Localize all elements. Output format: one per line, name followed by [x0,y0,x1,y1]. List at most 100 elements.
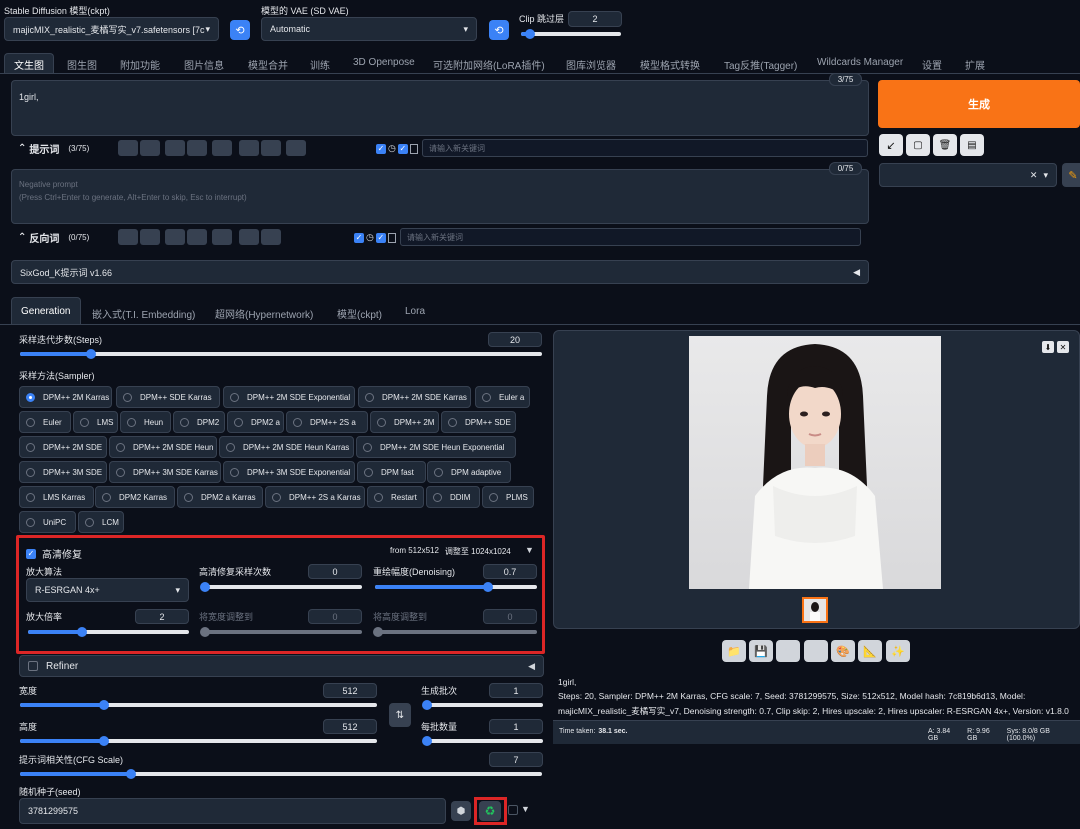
save-icon[interactable]: 💾 [749,640,773,662]
clip-skip-input[interactable]: 2 [568,11,622,27]
resize-width-input[interactable]: 0 [308,609,362,624]
tab-model-convert[interactable]: 模型格式转换 [640,57,700,72]
output-thumbnail[interactable] [802,597,828,623]
generate-button[interactable]: 生成 [878,80,1080,128]
tab-wildcards[interactable]: Wildcards Manager [817,57,903,68]
refresh-ckpt-button[interactable]: ⟲ [230,20,250,40]
checkbox-icon[interactable]: ✓ [397,143,408,154]
tab-extras[interactable]: 附加功能 [120,57,160,72]
tab-gallery[interactable]: 图库浏览器 [566,57,616,72]
scale-input[interactable]: 2 [135,609,189,624]
refresh-vae-button[interactable]: ⟲ [489,20,509,40]
sampler-option[interactable]: Heun [120,411,171,433]
prompt-textarea[interactable]: 1girl, [11,80,869,136]
checkbox-icon[interactable]: ✓ [376,143,386,154]
height-slider[interactable] [20,736,377,746]
send-to-extras-icon[interactable]: 📐 [858,640,882,662]
sampler-option[interactable]: LMS [73,411,118,433]
zip-icon[interactable]: 🗜 [776,640,800,662]
negative-keyword-toggles[interactable]: ✓ ◷ ✓ [354,232,396,243]
send-to-inpaint-icon[interactable]: 🎨 [831,640,855,662]
translate-icon[interactable] [118,140,138,156]
sampler-option[interactable]: DPM++ 2M SDE Heun Karras [219,436,354,458]
upscaler-select[interactable]: R-ESRGAN 4x+ ▾ [26,578,189,602]
width-input[interactable]: 512 [323,683,377,698]
tab-tagger[interactable]: Tag反推(Tagger) [724,57,797,72]
refiner-accordion[interactable]: Refiner ◀ [19,655,544,677]
checkbox-icon[interactable] [508,805,518,815]
sampler-option[interactable]: DPM2 a Karras [177,486,263,508]
negative-toggle[interactable]: ⌃ 反向词 (0/75) [18,230,89,245]
sampler-option[interactable]: DPM++ 2M SDE Heun Exponential [356,436,516,458]
sampler-option[interactable]: LCM [78,511,124,533]
subtab-embedding[interactable]: 嵌入式(T.I. Embedding) [92,306,195,321]
clear-icon[interactable]: ✕ [1030,170,1038,181]
history-icon[interactable] [239,229,259,245]
prompt-keyword-toggles[interactable]: ✓ ◷ ✓ [376,143,418,154]
pencil-icon[interactable]: ✎ [1062,163,1080,187]
resize-height-slider[interactable] [373,627,537,637]
sampler-option[interactable]: DPM++ 2M Karras [19,386,112,408]
sampler-option[interactable]: DPM2 Karras [95,486,175,508]
sampler-option[interactable]: UniPC [19,511,76,533]
subtab-generation[interactable]: Generation [21,306,70,317]
sampler-option[interactable]: DPM++ 2S a Karras [265,486,365,508]
sampler-option[interactable]: Euler [19,411,71,433]
batch-size-input[interactable]: 1 [489,719,543,734]
collapse-triangle-icon[interactable]: ▼ [525,545,534,555]
book-icon[interactable] [212,229,232,245]
steps-input[interactable]: 20 [488,332,542,347]
ckpt-select[interactable]: majicMIX_realistic_麦橘写实_v7.safetensors [… [4,17,219,41]
tab-txt2img[interactable]: 文生图 [14,57,44,72]
bookmark-icon[interactable] [187,140,207,156]
cfg-slider[interactable] [20,769,542,779]
tab-img2img[interactable]: 图生图 [67,57,97,72]
negative-prompt-textarea[interactable]: Negative prompt (Press Ctrl+Enter to gen… [11,169,869,224]
close-icon[interactable]: ✕ [1057,341,1069,353]
checkbox-icon[interactable] [28,661,38,671]
tab-extensions[interactable]: 扩展 [965,57,985,72]
sampler-option[interactable]: DPM++ 3M SDE [19,461,107,483]
settings-icon[interactable] [286,140,306,156]
hires-toggle[interactable]: ✓ 高清修复 [26,546,82,561]
sparkle-icon[interactable]: ✨ [886,640,910,662]
sampler-option[interactable]: DDIM [426,486,480,508]
trash-icon[interactable] [261,140,281,156]
sampler-option[interactable]: DPM fast [357,461,426,483]
sampler-option[interactable]: DPM++ 3M SDE Karras [109,461,221,483]
sampler-option[interactable]: Restart [367,486,424,508]
checkbox-icon[interactable]: ✓ [26,548,36,559]
height-input[interactable]: 512 [323,719,377,734]
arrow-icon[interactable]: ↙ [879,134,903,156]
tab-openpose[interactable]: 3D Openpose [353,57,415,68]
gear-icon[interactable] [140,140,160,156]
gear-icon[interactable] [140,229,160,245]
tab-train[interactable]: 训练 [310,57,330,72]
sampler-option[interactable]: DPM++ 2M [370,411,439,433]
sampler-option[interactable]: DPM adaptive [427,461,511,483]
notes-icon[interactable]: ▤ [960,134,984,156]
tab-merge[interactable]: 模型合并 [248,57,288,72]
hires-steps-input[interactable]: 0 [308,564,362,579]
sampler-option[interactable]: DPM++ 2M SDE Karras [358,386,471,408]
book-icon[interactable] [212,140,232,156]
trash-icon[interactable]: 🗑 [933,134,957,156]
paste-icon[interactable] [165,229,185,245]
negative-keyword-input[interactable]: 请输入新关键词 [400,228,861,246]
download-icon[interactable]: ⬇ [1042,341,1054,353]
denoise-slider[interactable] [375,582,537,592]
subtab-ckpt[interactable]: 模型(ckpt) [337,306,382,321]
checkbox-icon[interactable]: ✓ [354,232,364,243]
cfg-input[interactable]: 7 [489,752,543,767]
sampler-option[interactable]: Euler a [475,386,530,408]
checkbox-icon[interactable]: ✓ [375,232,386,243]
trash-icon[interactable] [261,229,281,245]
bookmark-icon[interactable] [187,229,207,245]
subtab-lora[interactable]: Lora [405,306,425,317]
translate-icon[interactable] [118,229,138,245]
clip-skip-slider[interactable] [521,29,621,39]
expand-triangle-icon[interactable]: ▼ [521,804,530,814]
swap-dimensions-button[interactable]: ⇅ [389,703,411,727]
styles-select[interactable]: ✕ ▾ [879,163,1057,187]
sampler-option[interactable]: LMS Karras [19,486,94,508]
